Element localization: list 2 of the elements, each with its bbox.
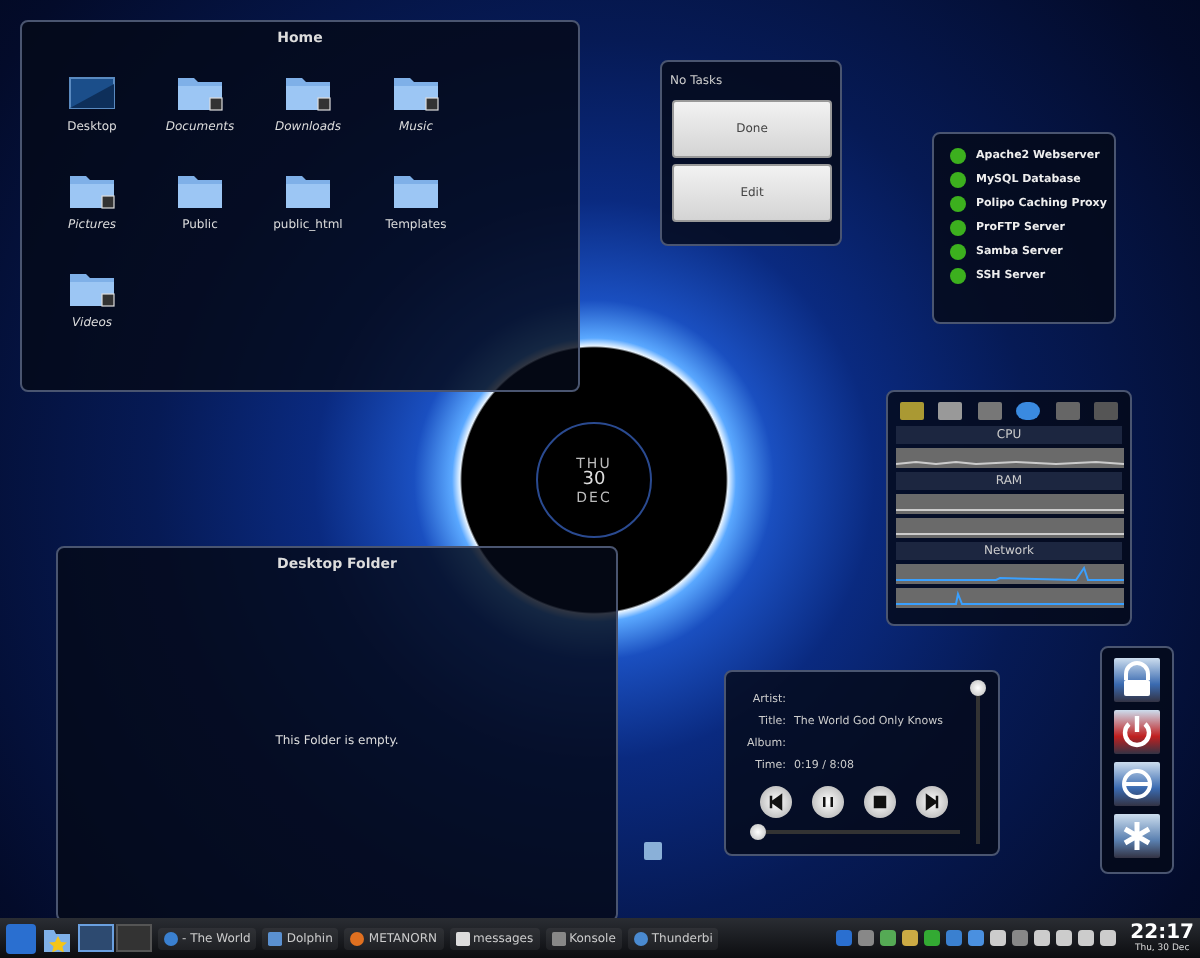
clock-time: 22:17 [1130, 922, 1194, 944]
clock-day: 30 [582, 471, 606, 489]
